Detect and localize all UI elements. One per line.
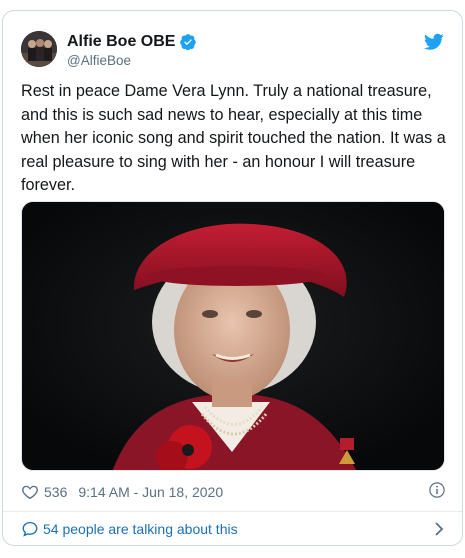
divider	[3, 511, 462, 512]
verified-badge-icon	[179, 33, 197, 51]
speech-bubble-icon	[21, 520, 39, 538]
tweet-photo[interactable]	[21, 201, 445, 471]
chevron-right-icon[interactable]	[432, 521, 446, 537]
like-count[interactable]: 536	[44, 484, 67, 500]
tweet-header: Alfie Boe OBE @AlfieBoe	[21, 31, 444, 71]
avatar[interactable]	[21, 31, 57, 67]
user-handle[interactable]: @AlfieBoe	[67, 53, 197, 68]
tweet-meta: 536 9:14 AM - Jun 18, 2020	[21, 481, 223, 503]
twitter-bird-icon[interactable]	[423, 33, 444, 51]
talking-about-label[interactable]: 54 people are talking about this	[43, 521, 238, 537]
tweet-text: Rest in peace Dame Vera Lynn. Truly a na…	[21, 82, 446, 194]
author-info: Alfie Boe OBE @AlfieBoe	[67, 32, 197, 68]
display-name[interactable]: Alfie Boe OBE	[67, 33, 175, 51]
info-icon[interactable]	[428, 481, 446, 499]
tweet-timestamp[interactable]: 9:14 AM - Jun 18, 2020	[78, 484, 223, 500]
tweet-embed-card: Alfie Boe OBE @AlfieBoe Rest in peace Da…	[2, 10, 463, 546]
conversation-link[interactable]: 54 people are talking about this	[21, 517, 446, 541]
heart-icon[interactable]	[21, 483, 39, 501]
